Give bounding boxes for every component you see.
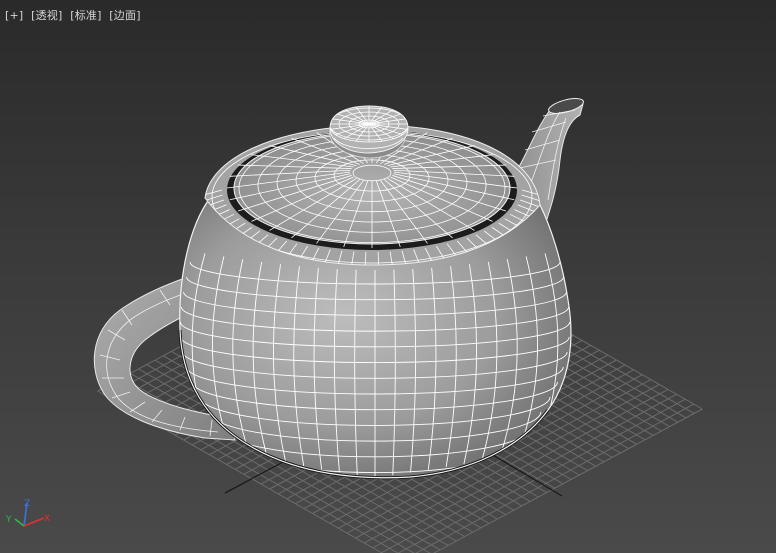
- viewport-label-menu: [+] [透视] [标准] [边面]: [5, 7, 141, 23]
- viewport-point-of-view-menu[interactable]: [透视]: [31, 9, 62, 22]
- perspective-viewport[interactable]: [+] [透视] [标准] [边面] Z X Y: [0, 0, 776, 553]
- axis-gizmo-x: [23, 517, 45, 527]
- axis-gizmo-y-label: Y: [5, 515, 12, 525]
- viewport-edged-faces-menu[interactable]: [边面]: [109, 9, 140, 22]
- axis-gizmo-z-label: Z: [24, 499, 30, 509]
- axis-gizmo: Z X Y: [5, 499, 50, 527]
- viewport-shading-menu[interactable]: [标准]: [70, 9, 101, 22]
- scene-canvas[interactable]: Z X Y: [0, 0, 776, 553]
- viewport-plus-menu[interactable]: [+]: [5, 9, 23, 22]
- axis-gizmo-x-label: X: [44, 514, 50, 524]
- axis-gizmo-y: [14, 518, 25, 527]
